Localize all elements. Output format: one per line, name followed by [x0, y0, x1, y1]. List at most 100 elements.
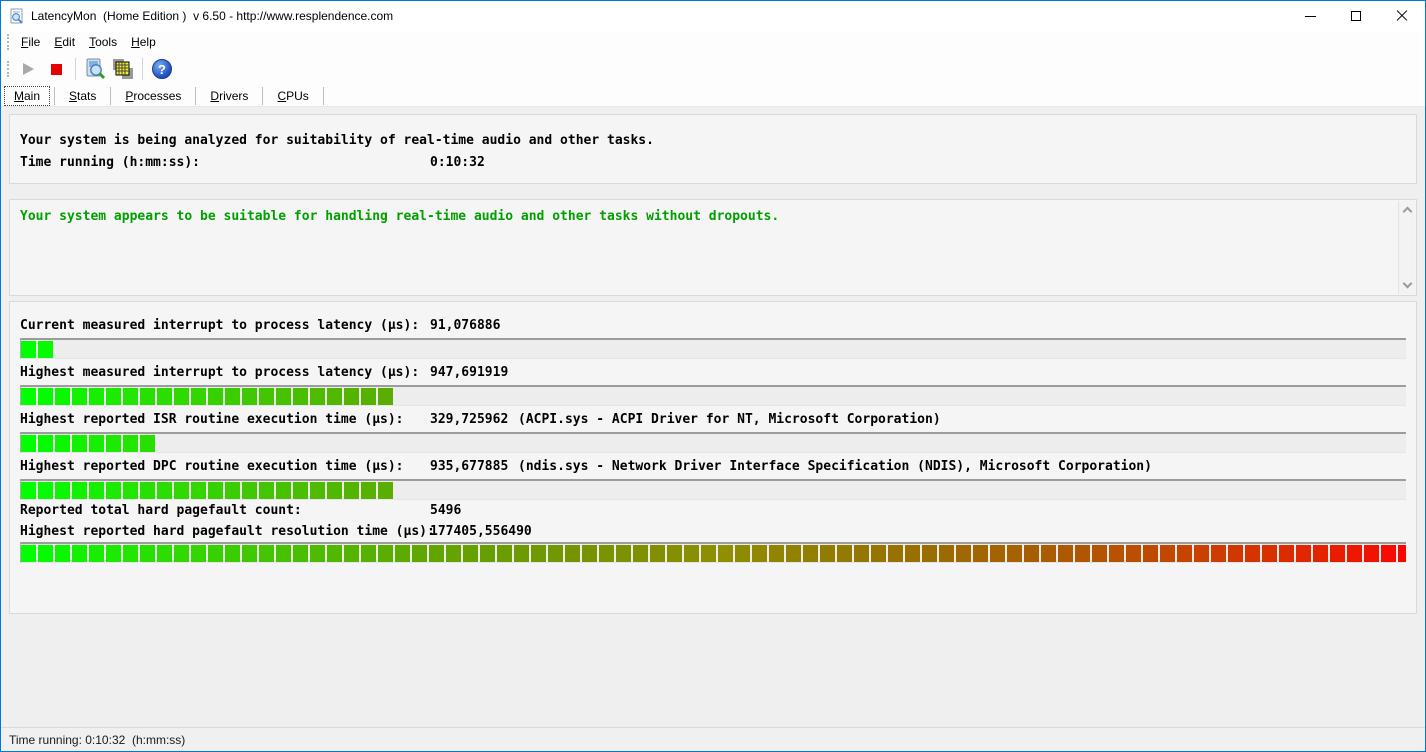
latency-bar-segment: [21, 545, 36, 562]
latency-bar-segment: [55, 388, 70, 405]
latency-bar-segment: [1381, 545, 1396, 562]
latency-bar-segment: [344, 482, 359, 499]
latency-bar-segment: [888, 545, 903, 562]
latency-bar-segment: [225, 545, 240, 562]
latency-bar: [20, 479, 1406, 500]
latency-bar-segment: [21, 341, 36, 358]
latency-bar-segment: [1058, 545, 1073, 562]
latency-bar-segment: [157, 388, 172, 405]
menu-tools[interactable]: Tools: [82, 33, 124, 51]
latency-bar-segment: [395, 545, 410, 562]
latency-bar-segment: [429, 545, 444, 562]
latency-bar-segment: [276, 545, 291, 562]
latency-bar-segment: [531, 545, 546, 562]
close-button[interactable]: [1379, 1, 1425, 31]
latency-bar-segment: [55, 545, 70, 562]
latency-bar-segment: [191, 545, 206, 562]
help-icon: ?: [152, 59, 172, 79]
latency-bar-segment: [89, 482, 104, 499]
tab-stats[interactable]: Stats: [59, 86, 106, 106]
minimize-button[interactable]: [1287, 1, 1333, 31]
tab-main[interactable]: Main: [4, 85, 51, 106]
menu-help[interactable]: Help: [124, 33, 163, 51]
window-title: LatencyMon (Home Edition ) v 6.50 - http…: [31, 9, 394, 23]
measurement-value: 177405,556490: [430, 524, 532, 539]
latency-bar-segment: [786, 545, 801, 562]
tab-cpus[interactable]: CPUs: [267, 86, 318, 106]
latency-bar-segment: [72, 482, 87, 499]
menu-edit[interactable]: Edit: [47, 33, 82, 51]
time-running-label: Time running (h:mm:ss):: [20, 154, 201, 170]
help-button[interactable]: ?: [148, 56, 176, 82]
latency-bar-segment: [38, 435, 53, 452]
scroll-up-icon[interactable]: [1402, 206, 1413, 217]
scroll-down-icon[interactable]: [1402, 278, 1413, 289]
copy-report-button[interactable]: [109, 56, 137, 82]
latency-bar-segment: [1160, 545, 1175, 562]
latency-bar-segment: [871, 545, 886, 562]
latency-bar-segment: [174, 545, 189, 562]
measurement-label: Highest reported ISR routine execution t…: [20, 411, 404, 427]
latency-bar-segment: [123, 545, 138, 562]
latency-bar-segment: [140, 545, 155, 562]
latency-bar-segment: [242, 388, 257, 405]
latency-bar-segment: [276, 388, 291, 405]
measurement-driver-info: (ndis.sys - Network Driver Interface Spe…: [518, 458, 1152, 474]
latency-bar-segment: [259, 388, 274, 405]
window-controls: [1287, 1, 1425, 31]
latency-bar-segment: [106, 388, 121, 405]
measurement-value: 947,691919: [430, 364, 509, 380]
latency-bar-segment: [956, 545, 971, 562]
latency-bar-segment: [89, 545, 104, 562]
app-icon: [10, 8, 23, 24]
latency-bar-segment: [140, 388, 155, 405]
tab-separator: [110, 86, 112, 105]
latency-bar-segment: [1228, 545, 1243, 562]
tab-separator: [322, 86, 324, 105]
copy-report-icon: [113, 59, 133, 79]
latency-bar-segment: [123, 388, 138, 405]
latency-bar-segment: [310, 545, 325, 562]
latency-bar-segment: [361, 545, 376, 562]
menu-bar: File Edit Tools Help: [1, 31, 1425, 53]
latency-bar-segment: [1398, 545, 1406, 562]
tab-processes[interactable]: Processes: [115, 86, 191, 106]
latency-bar-segment: [1262, 545, 1277, 562]
latency-bar-segment: [1211, 545, 1226, 562]
latency-bar-segment: [378, 482, 393, 499]
latency-bar-segment: [140, 482, 155, 499]
latency-bar-segment: [582, 545, 597, 562]
latency-bar-segment: [21, 435, 36, 452]
latency-bar-segment: [208, 545, 223, 562]
maximize-button[interactable]: [1333, 1, 1379, 31]
latency-bar-segment: [1245, 545, 1260, 562]
latency-bar-segment: [565, 545, 580, 562]
suitability-panel: Your system appears to be suitable for h…: [9, 199, 1417, 296]
measurement-row: Highest reported ISR routine execution t…: [20, 406, 1406, 432]
analyze-options-icon: [86, 58, 106, 80]
title-bar: LatencyMon (Home Edition ) v 6.50 - http…: [1, 1, 1425, 31]
latency-bar-segment: [854, 545, 869, 562]
measurement-rows: Current measured interrupt to process la…: [20, 312, 1406, 563]
latency-bar-segment: [72, 545, 87, 562]
latency-bar-segment: [820, 545, 835, 562]
latency-bar-segment: [276, 482, 291, 499]
time-running-value: 0:10:32: [430, 154, 485, 170]
latency-bar-segment: [769, 545, 784, 562]
latency-bar-segment: [38, 482, 53, 499]
measurement-row: Reported total hard pagefault count: 5496: [20, 500, 1406, 521]
latency-bar-segment: [225, 482, 240, 499]
measurement-label: Highest reported hard pagefault resoluti…: [20, 524, 435, 539]
measurement-value: 5496: [430, 503, 462, 518]
suitability-message: Your system appears to be suitable for h…: [20, 209, 780, 224]
stop-monitor-button[interactable]: [42, 56, 70, 82]
start-monitor-button[interactable]: [14, 56, 42, 82]
latency-bar-segment: [344, 545, 359, 562]
message-scrollbar[interactable]: [1398, 201, 1415, 294]
tab-drivers[interactable]: Drivers: [200, 86, 258, 106]
menu-file[interactable]: File: [14, 33, 47, 51]
maximize-icon: [1351, 11, 1361, 21]
analyze-options-button[interactable]: [81, 56, 109, 82]
latency-bar-segment: [497, 545, 512, 562]
toolbar-separator: [142, 58, 143, 80]
